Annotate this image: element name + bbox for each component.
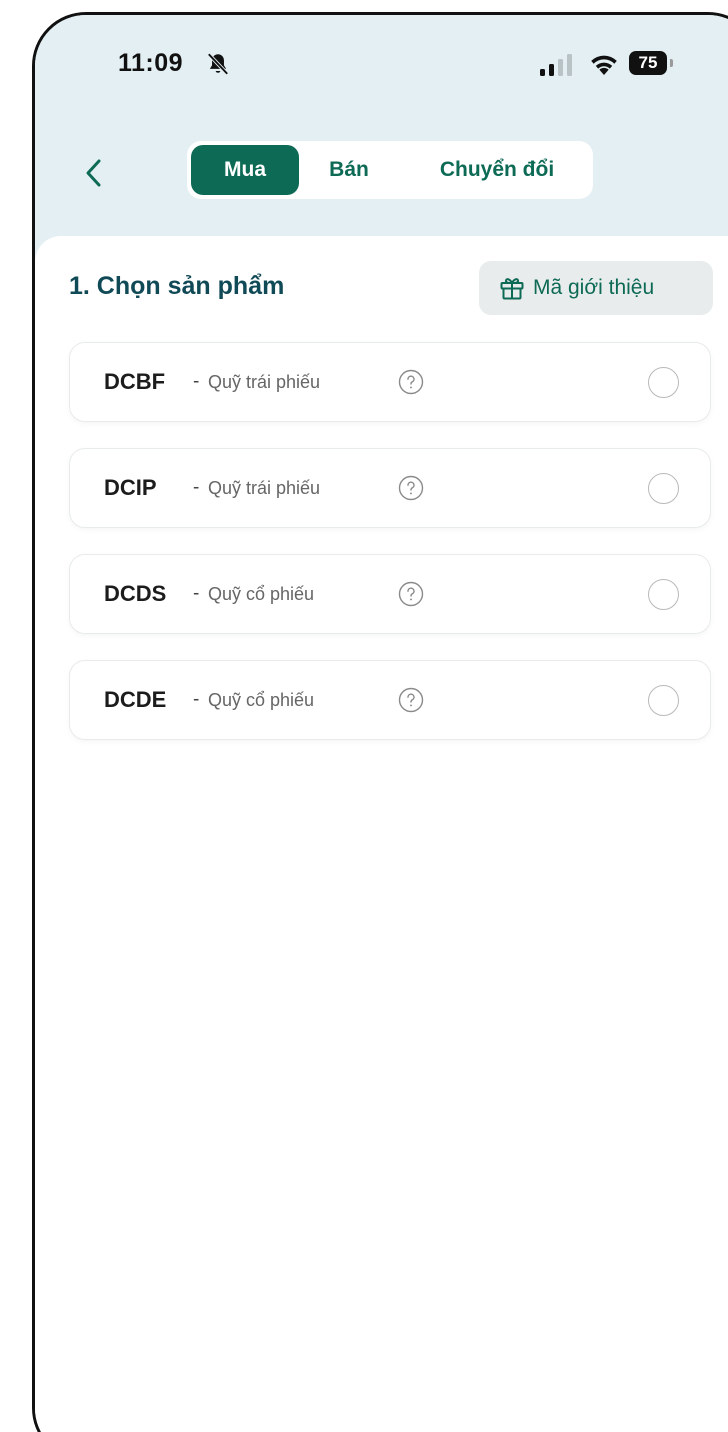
product-fund-type: Quỹ trái phiếu [208, 478, 321, 498]
product-radio[interactable] [648, 579, 679, 610]
referral-code-label: Mã giới thiệu [533, 276, 655, 299]
product-code: DCBF [104, 369, 166, 394]
product-separator: - [193, 583, 200, 604]
gift-icon [500, 278, 524, 300]
product-code: DCDS [104, 581, 167, 606]
battery-icon: 75 [629, 51, 667, 75]
status-bar: 11:09 75 [35, 15, 728, 105]
chevron-left-icon[interactable] [79, 155, 109, 191]
phone-frame: 11:09 75 Mua Bán Chuyển đổi 1. Chọn sản … [32, 12, 728, 1432]
bell-off-icon [207, 52, 229, 76]
signal-icon [540, 54, 572, 76]
product-radio[interactable] [648, 367, 679, 398]
product-code: DCDE [104, 687, 167, 712]
product-separator: - [193, 689, 200, 710]
help-icon[interactable] [398, 687, 424, 713]
section-title: 1. Chọn sản phẩm [69, 272, 285, 300]
referral-code-button[interactable]: Mã giới thiệu [479, 261, 713, 315]
content-sheet: 1. Chọn sản phẩm Mã giới thiệu DCBF - Qu… [35, 236, 728, 1432]
help-icon[interactable] [398, 369, 424, 395]
product-separator: - [193, 477, 200, 498]
product-code: DCIP [104, 475, 157, 500]
help-icon[interactable] [398, 475, 424, 501]
tab-sell[interactable]: Bán [305, 145, 393, 195]
product-card-dcds[interactable]: DCDS - Quỹ cổ phiếu [69, 554, 711, 634]
tab-convert[interactable]: Chuyển đổi [409, 145, 585, 195]
product-card-dcde[interactable]: DCDE - Quỹ cổ phiếu [69, 660, 711, 740]
tab-buy[interactable]: Mua [191, 145, 299, 195]
status-time: 11:09 [118, 49, 184, 77]
product-separator: - [193, 371, 200, 392]
product-fund-type: Quỹ trái phiếu [208, 372, 321, 392]
product-card-dcbf[interactable]: DCBF - Quỹ trái phiếu [69, 342, 711, 422]
product-fund-type: Quỹ cổ phiếu [208, 584, 315, 604]
product-radio[interactable] [648, 473, 679, 504]
battery-tip [670, 59, 673, 67]
product-card-dcip[interactable]: DCIP - Quỹ trái phiếu [69, 448, 711, 528]
product-fund-type: Quỹ cổ phiếu [208, 690, 315, 710]
wifi-icon [591, 55, 617, 75]
product-radio[interactable] [648, 685, 679, 716]
trade-type-tabs: Mua Bán Chuyển đổi [187, 141, 593, 199]
help-icon[interactable] [398, 581, 424, 607]
